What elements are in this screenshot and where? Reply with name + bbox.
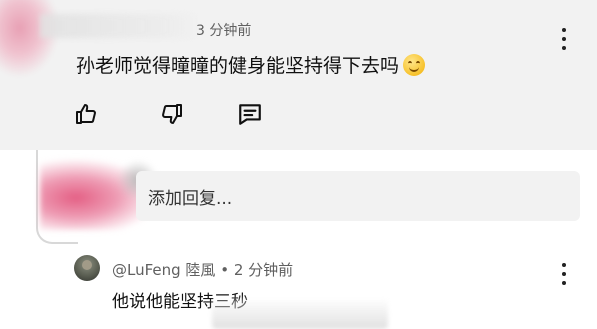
comment-timestamp: 3 分钟前 bbox=[196, 23, 252, 39]
blurred-username bbox=[40, 14, 200, 38]
comment-icon bbox=[239, 104, 261, 125]
reply-button[interactable] bbox=[236, 100, 264, 128]
smiling-face-icon bbox=[403, 54, 426, 76]
comment-text: 孙老师觉得曈曈的健身能坚持得下去吗 bbox=[76, 51, 426, 78]
thumbs-up-icon bbox=[76, 104, 96, 124]
more-options-icon[interactable] bbox=[556, 28, 572, 50]
blurred-avatar bbox=[0, 0, 58, 76]
reply-header: @LuFeng 陸風 • 2 分钟前 bbox=[112, 259, 293, 280]
reply-timestamp: 2 分钟前 bbox=[233, 261, 294, 279]
meta-separator: • bbox=[220, 261, 230, 279]
comment-body: 孙老师觉得曈曈的健身能坚持得下去吗 bbox=[76, 55, 400, 77]
like-button[interactable] bbox=[72, 100, 100, 128]
watermark bbox=[212, 298, 388, 329]
avatar[interactable] bbox=[74, 255, 100, 281]
more-options-icon[interactable] bbox=[556, 263, 572, 285]
dislike-button[interactable] bbox=[158, 100, 186, 128]
reply-username[interactable]: @LuFeng 陸風 bbox=[112, 261, 215, 279]
reply-input-placeholder[interactable]: 添加回复... bbox=[148, 184, 232, 209]
top-comment: 3 分钟前 孙老师觉得曈曈的健身能坚持得下去吗 bbox=[0, 0, 597, 150]
thumbs-down-icon bbox=[162, 104, 182, 124]
